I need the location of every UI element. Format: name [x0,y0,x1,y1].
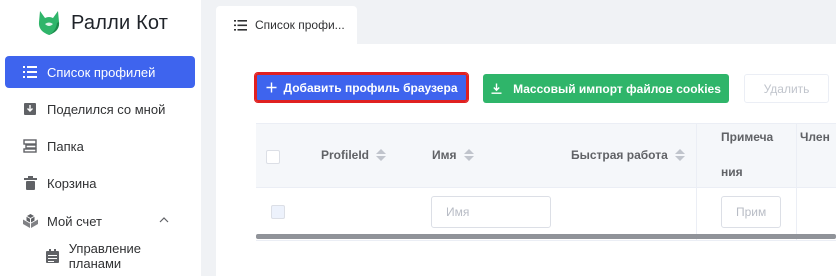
column-label-line-1: Примеча [721,130,774,144]
sort-icon[interactable] [376,149,387,161]
column-label: Быстрая работа [571,148,668,162]
sort-icon[interactable] [463,149,474,161]
download-box-icon [22,101,38,117]
column-label: Член [800,130,830,144]
select-all-checkbox[interactable] [266,150,280,164]
sidebar-item-folder[interactable]: Папка [5,130,195,162]
horizontal-scrollbar[interactable] [256,234,836,239]
button-label: Добавить профиль браузера [283,80,458,95]
tab-label: Список профи... [255,18,345,32]
column-header-notes[interactable]: Примеча ния [721,130,773,179]
brand[interactable]: Ралли Кот [36,6,168,40]
sidebar-item-trash[interactable]: Корзина [5,167,195,199]
button-label: Массовый импорт файлов cookies [513,81,721,96]
button-label: Удалить [763,81,810,96]
sidebar-item-profile-list[interactable]: Список профилей [5,56,195,88]
plus-icon [266,82,277,93]
sidebar: Ралли Кот Список профилей Поделился со м… [0,0,201,276]
column-header-profile-id[interactable]: ProfileId [321,148,387,162]
folder-stack-icon [22,138,38,154]
sidebar-item-label: Поделился со мной [47,101,166,117]
cubes-icon [22,213,38,229]
sidebar-item-label: Папка [47,138,84,154]
sidebar-item-label: Список профилей [47,64,156,80]
delete-button[interactable]: Удалить [744,74,829,103]
row-checkbox[interactable] [271,205,285,219]
tab-profile-list[interactable]: Список профи... [216,6,357,44]
column-label-line-2: ния [721,165,743,179]
list-icon [22,64,38,80]
calendar-icon [45,248,61,264]
chevron-up-icon[interactable] [159,215,169,225]
column-label: Имя [432,148,457,162]
column-label: ProfileId [321,148,370,162]
bulk-import-cookies-button[interactable]: Массовый импорт файлов cookies [483,74,729,103]
column-header-member[interactable]: Член [800,130,830,144]
download-icon [491,83,502,94]
row-divider [256,240,836,241]
sidebar-subitem-label: Управление планами [68,241,142,271]
sort-icon[interactable] [674,149,685,161]
add-browser-profile-button[interactable]: Добавить профиль браузера [254,72,469,103]
column-divider [796,124,797,189]
column-divider [796,188,797,240]
list-icon [234,19,247,31]
main-content: Добавить профиль браузера Массовый импор… [216,44,836,276]
sidebar-item-shared-with-me[interactable]: Поделился со мной [5,93,195,125]
notes-filter-input[interactable] [721,196,781,228]
table-header: ProfileId Имя Быстрая работа Примеча ния… [256,123,836,189]
column-divider [696,188,697,240]
cat-logo-icon [38,11,60,35]
column-divider [696,124,697,189]
sidebar-item-label: Мой счет [47,213,102,229]
column-header-quick-work[interactable]: Быстрая работа [571,148,685,162]
trash-icon [22,175,38,191]
sidebar-subitem-manage-plans[interactable]: Управление планами [5,240,195,272]
sidebar-item-label: Корзина [47,175,97,191]
sidebar-item-my-account[interactable]: Мой счет [5,205,195,237]
name-filter-input[interactable] [431,196,551,228]
brand-name: Ралли Кот [71,11,169,34]
column-header-name[interactable]: Имя [432,148,474,162]
